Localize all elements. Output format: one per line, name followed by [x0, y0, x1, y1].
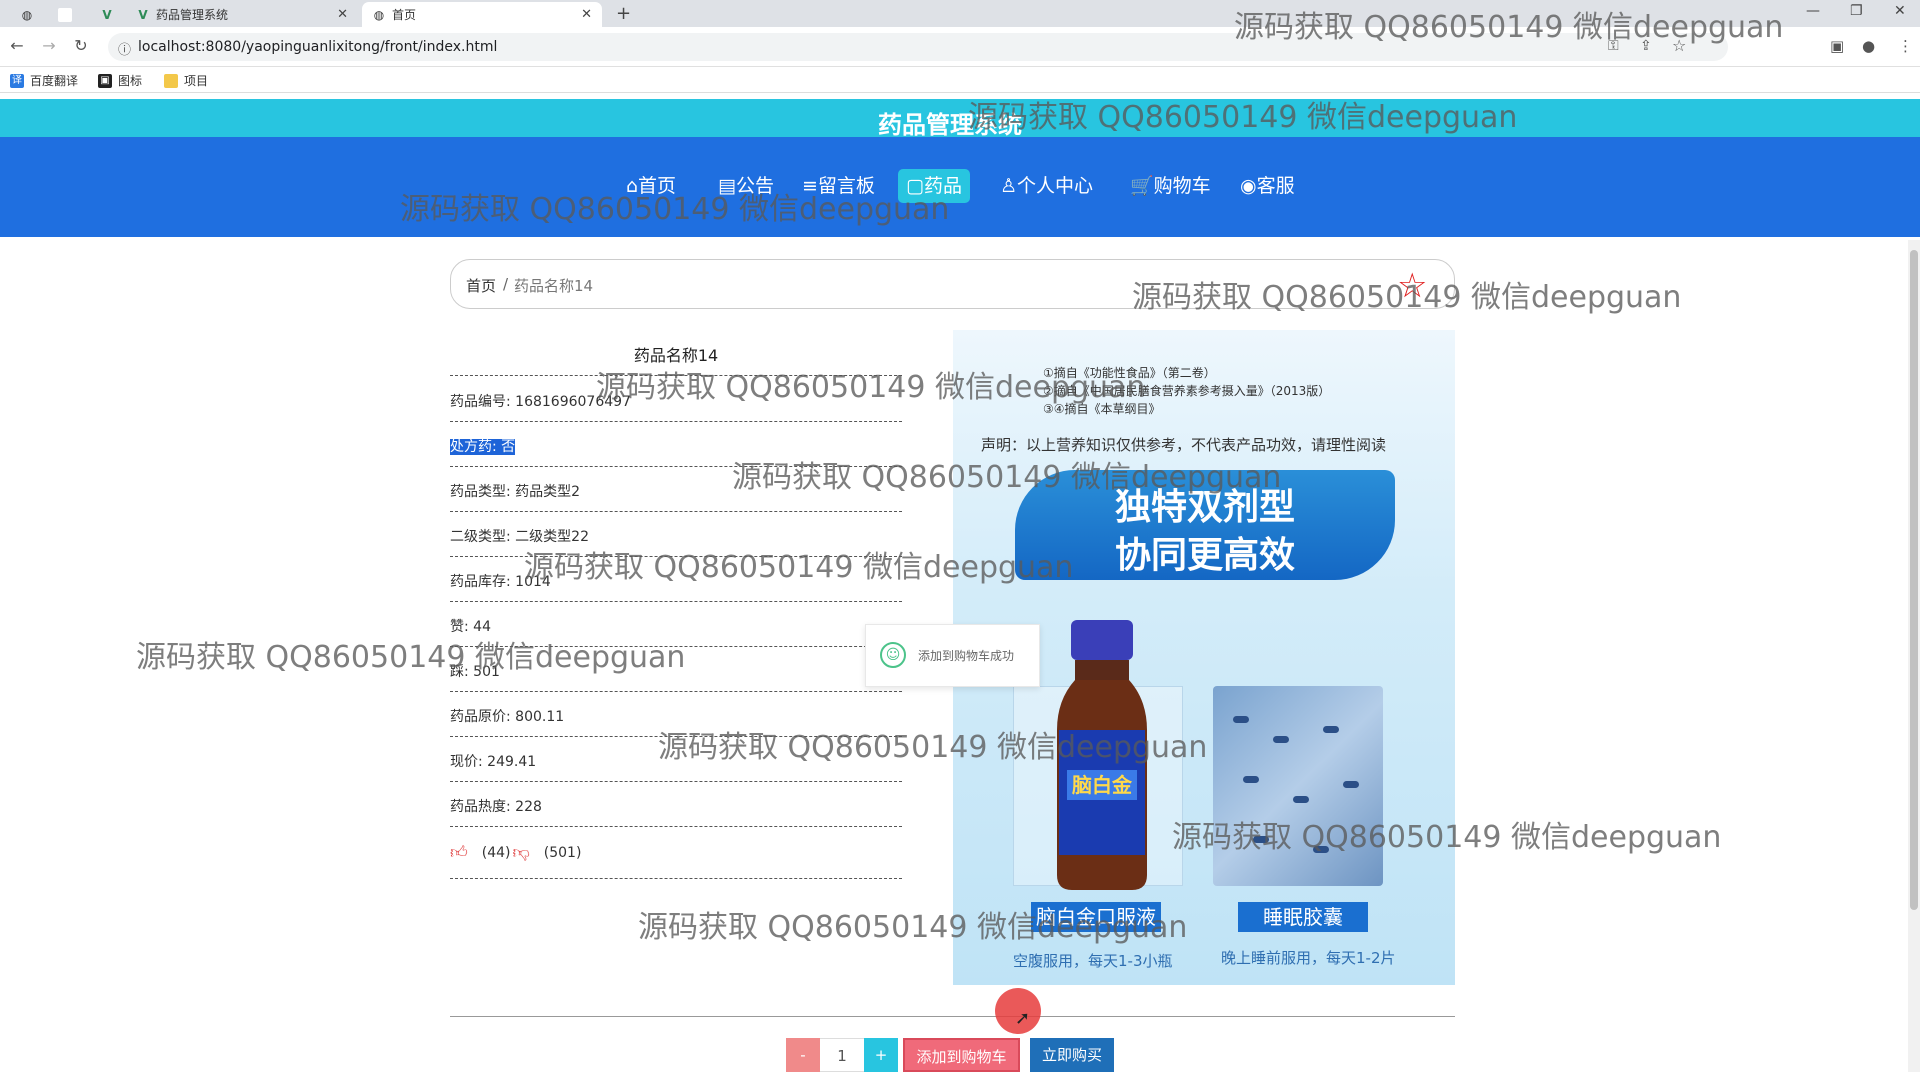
new-tab-icon[interactable]: + — [616, 3, 631, 24]
side-panel-icon[interactable]: ▣ — [1830, 37, 1844, 55]
profile-icon[interactable]: ● — [1862, 37, 1875, 55]
quantity-input[interactable]: 1 — [820, 1038, 864, 1072]
usage-sleep-capsule: 晚上睡前服用，每天1-2片 — [1221, 949, 1396, 967]
tab-pinned-2[interactable] — [48, 2, 78, 27]
toast-message: ☺ 添加到购物车成功 — [865, 624, 1040, 687]
nav-customer-service[interactable]: ◉客服 — [1232, 169, 1303, 203]
site-title: 药品管理系统 — [878, 111, 1022, 139]
url-text[interactable]: localhost:8080/yaopinguanlixitong/front/… — [138, 39, 497, 55]
restore-icon[interactable]: ❐ — [1850, 3, 1863, 19]
tab-home[interactable]: ◍ 首页 ✕ — [362, 2, 602, 27]
watermark: 源码获取 QQ86050149 微信deepguan — [400, 192, 950, 227]
divider — [450, 878, 902, 879]
breadcrumb-home[interactable]: 首页 — [466, 275, 496, 296]
tab-pinned-3[interactable]: V — [90, 2, 120, 27]
like-count: (44) — [481, 844, 511, 861]
tab-title: 药品管理系统 — [156, 8, 229, 22]
divider — [450, 421, 902, 422]
bookmark-project[interactable]: 项目 — [164, 72, 208, 89]
thumbs-down-icon[interactable]: 👎︎ — [513, 842, 530, 863]
scrollbar[interactable] — [1908, 240, 1920, 1072]
watermark: 源码获取 QQ86050149 微信deepguan — [1234, 10, 1784, 45]
menu-icon[interactable]: ⋮ — [1898, 37, 1913, 55]
watermark: 源码获取 QQ86050149 微信deepguan — [1132, 280, 1682, 315]
translate-icon: 译 — [10, 73, 24, 88]
forward-icon[interactable]: → — [38, 35, 60, 57]
globe-icon: ◍ — [373, 7, 385, 22]
reload-icon[interactable]: ↻ — [70, 35, 92, 57]
field-original-price: 药品原价: 800.11 — [450, 709, 565, 725]
capsule-image — [1213, 686, 1383, 886]
close-icon[interactable]: ✕ — [581, 7, 592, 22]
back-icon[interactable]: ← — [6, 35, 28, 57]
quantity-minus-button[interactable]: - — [786, 1038, 820, 1072]
breadcrumb-separator: / — [503, 275, 509, 293]
vue-icon: V — [102, 7, 112, 22]
tab-drug-system[interactable]: V 药品管理系统 ✕ — [126, 2, 358, 27]
close-icon[interactable]: ✕ — [337, 7, 348, 22]
divider — [450, 601, 902, 602]
field-popularity: 药品热度: 228 — [450, 799, 542, 815]
main-nav: ⌂首页 ▤公告 ≡留言板 ▢药品 ♙个人中心 🛒购物车 ◉客服 — [0, 137, 1920, 237]
bottle-label: 脑白金 — [1072, 773, 1133, 797]
watermark: 源码获取 QQ86050149 微信deepguan — [732, 460, 1282, 495]
tab-pinned-1[interactable]: ◍ — [10, 2, 40, 27]
tab-title: 首页 — [392, 8, 417, 22]
label-sleep-capsule: 睡眠胶囊 — [1238, 902, 1368, 932]
buy-now-button[interactable]: 立即购买 — [1030, 1038, 1114, 1072]
smile-icon: ☺ — [880, 642, 906, 668]
field-current-price: 现价: 249.41 — [450, 754, 537, 770]
image-icon: ▣ — [98, 73, 112, 88]
globe-icon: ◍ — [21, 7, 33, 22]
scrollbar-thumb[interactable] — [1910, 250, 1918, 910]
usage-oral-liquid: 空腹服用，每天1-3小瓶 — [1013, 952, 1173, 970]
cursor-icon: ➚ — [1015, 1008, 1031, 1029]
bookmark-baidu-translate[interactable]: 译百度翻译 — [10, 72, 78, 89]
watermark: 源码获取 QQ86050149 微信deepguan — [968, 100, 1518, 135]
field-drug-type: 药品类型: 药品类型2 — [450, 484, 581, 500]
bookmarks-bar: 译百度翻译 ▣ 图标 项目 — [0, 67, 1920, 93]
bookmark-icons[interactable]: ▣ 图标 — [98, 72, 142, 89]
nav-cart[interactable]: 🛒购物车 — [1122, 169, 1219, 203]
watermark: 源码获取 QQ86050149 微信deepguan — [136, 640, 686, 675]
blank-page-icon — [58, 7, 72, 22]
quantity-plus-button[interactable]: + — [864, 1038, 898, 1072]
minimize-icon[interactable]: — — [1806, 3, 1820, 19]
thumbs-up-icon[interactable]: 👍︎ — [450, 842, 468, 863]
watermark: 源码获取 QQ86050149 微信deepguan — [596, 370, 1146, 405]
info-icon[interactable]: ⓘ — [118, 39, 131, 58]
watermark: 源码获取 QQ86050149 微信deepguan — [638, 910, 1188, 945]
divider — [450, 1016, 1455, 1017]
folder-icon — [164, 73, 178, 88]
dislike-count: (501) — [543, 844, 582, 861]
field-prescription: 处方药: 否 — [450, 439, 516, 455]
divider — [450, 511, 902, 512]
vote-row: 👍︎ (44) 👎︎ (501) — [450, 842, 581, 863]
site-header: 药品管理系统 — [0, 99, 1920, 139]
nav-personal-center[interactable]: ♙个人中心 — [992, 169, 1101, 203]
divider — [450, 826, 902, 827]
watermark: 源码获取 QQ86050149 微信deepguan — [658, 730, 1208, 765]
add-to-cart-button[interactable]: 添加到购物车 — [903, 1038, 1020, 1072]
vue-icon: V — [138, 7, 148, 22]
watermark: 源码获取 QQ86050149 微信deepguan — [524, 550, 1074, 585]
divider — [450, 781, 902, 782]
breadcrumb-current: 药品名称14 — [514, 277, 594, 295]
watermark: 源码获取 QQ86050149 微信deepguan — [1172, 820, 1722, 855]
close-window-icon[interactable]: ✕ — [1894, 3, 1906, 19]
toast-text: 添加到购物车成功 — [918, 649, 1015, 663]
divider — [450, 691, 902, 692]
